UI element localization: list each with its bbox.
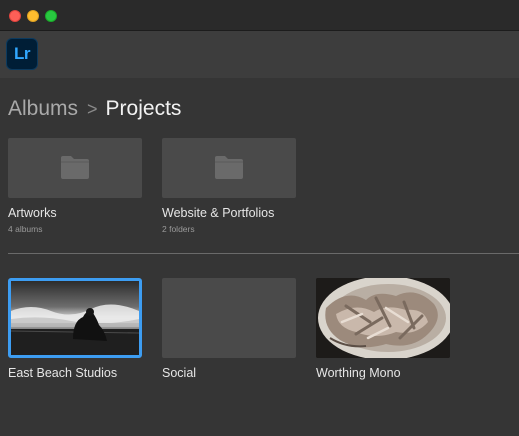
album-name: East Beach Studios <box>8 366 118 380</box>
beach-photo <box>11 281 139 355</box>
album-tile-worthing-mono[interactable]: Worthing Mono <box>316 278 450 380</box>
folder-name: Website & Portfolios <box>162 206 275 220</box>
breadcrumb-albums-link[interactable]: Albums <box>8 97 78 121</box>
folder-icon <box>215 156 243 179</box>
folder-name: Artworks <box>8 206 57 220</box>
breadcrumb: Albums > Projects <box>8 96 181 122</box>
lightroom-logo-text: Lr <box>14 44 31 63</box>
minimize-window-button[interactable] <box>27 10 39 22</box>
folder-icon <box>61 156 89 179</box>
album-tile-social[interactable]: Social <box>162 278 296 380</box>
album-thumbnail[interactable] <box>316 278 450 358</box>
zoom-window-button[interactable] <box>45 10 57 22</box>
album-tile-east-beach-studios[interactable]: East Beach Studios <box>8 278 142 380</box>
album-name: Social <box>162 366 197 380</box>
album-thumbnail[interactable] <box>162 278 296 358</box>
folder-thumbnail[interactable] <box>162 138 296 198</box>
breadcrumb-current: Projects <box>105 97 182 120</box>
food-photo <box>316 278 450 358</box>
album-name: Worthing Mono <box>316 366 401 380</box>
folder-tile-website-portfolios[interactable]: Website & Portfolios 2 folders <box>162 138 296 234</box>
album-thumbnail[interactable] <box>8 278 142 358</box>
window-titlebar <box>0 0 519 31</box>
lightroom-logo[interactable]: Lr <box>6 38 38 70</box>
folder-thumbnail[interactable] <box>8 138 142 198</box>
folder-count: 4 albums <box>8 224 43 234</box>
folder-count: 2 folders <box>162 224 195 234</box>
chevron-right-icon: > <box>87 98 98 119</box>
folder-tile-artworks[interactable]: Artworks 4 albums <box>8 138 142 234</box>
app-toolbar: Lr <box>0 31 519 78</box>
section-divider <box>8 253 519 254</box>
close-window-button[interactable] <box>9 10 21 22</box>
